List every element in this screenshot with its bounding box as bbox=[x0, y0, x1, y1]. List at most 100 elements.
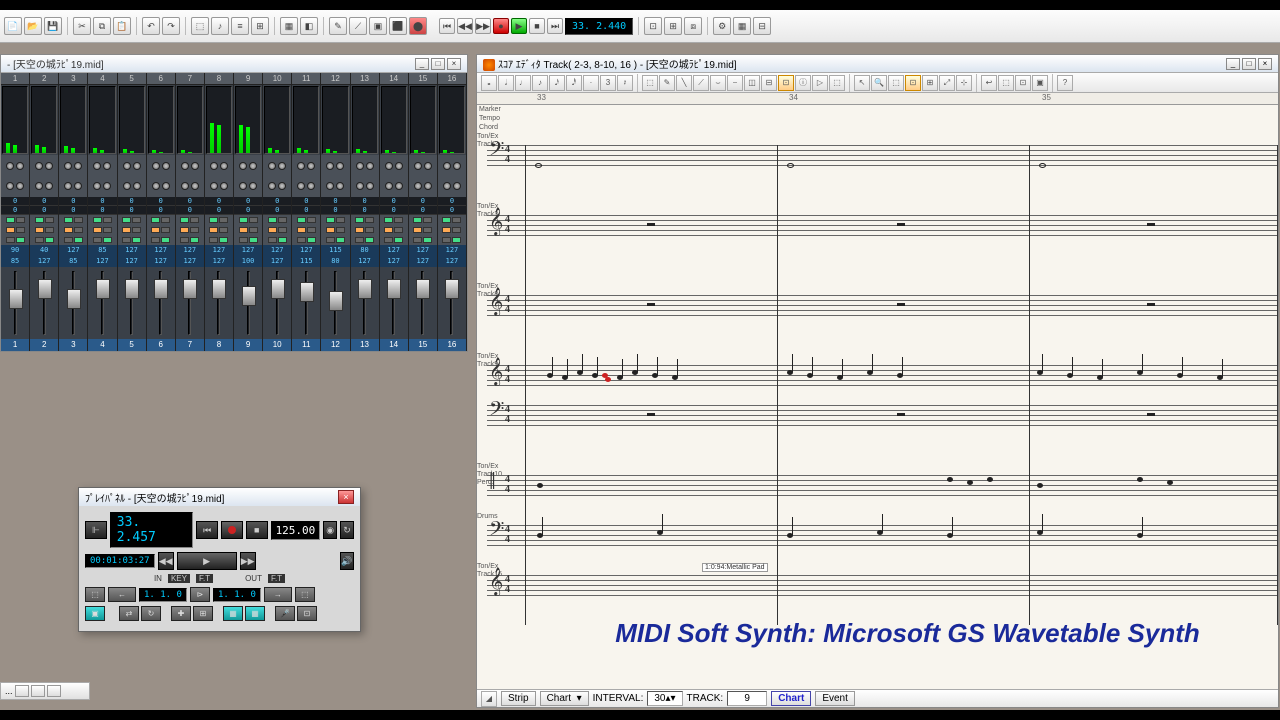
play-panel-titlebar[interactable]: ﾌﾟﾚｲﾊﾟﾈﾙ - [天空の城ﾗﾋﾟ19.mid] × bbox=[79, 488, 360, 506]
channel-fader[interactable] bbox=[30, 267, 58, 339]
track-field[interactable]: 9 bbox=[727, 691, 767, 706]
save-icon[interactable]: 💾 bbox=[44, 17, 62, 35]
channel-buttons[interactable] bbox=[263, 215, 291, 245]
channel-fader[interactable] bbox=[380, 267, 408, 339]
close-icon[interactable]: × bbox=[338, 490, 354, 504]
channel-fader[interactable] bbox=[1, 267, 29, 339]
stop-icon[interactable]: ■ bbox=[246, 521, 268, 539]
panel-button[interactable]: ⬚ bbox=[295, 587, 315, 602]
channel-buttons[interactable] bbox=[409, 215, 437, 245]
record-icon[interactable] bbox=[221, 521, 243, 539]
tool-icon[interactable]: ⊡ bbox=[1015, 75, 1031, 91]
undo-icon[interactable]: ↶ bbox=[142, 17, 160, 35]
channel-fader[interactable] bbox=[176, 267, 204, 339]
tool-icon[interactable]: ⊡ bbox=[778, 75, 794, 91]
chart-dropdown[interactable]: Chart ▾ bbox=[540, 691, 589, 706]
pointer-icon[interactable]: ↖ bbox=[854, 75, 870, 91]
play-icon[interactable]: ▶ bbox=[177, 552, 237, 570]
channel-knobs[interactable] bbox=[205, 155, 233, 197]
forward-end-icon[interactable]: ⏭ bbox=[547, 18, 563, 34]
event-tab[interactable]: Event bbox=[815, 691, 855, 706]
tool-icon[interactable]: ⟋ bbox=[693, 75, 709, 91]
tool-icon[interactable]: ⬛ bbox=[389, 17, 407, 35]
help-icon[interactable]: ? bbox=[1057, 75, 1073, 91]
channel-knobs[interactable] bbox=[263, 155, 291, 197]
rewind-start-icon[interactable]: ⏮ bbox=[439, 18, 455, 34]
channel-buttons[interactable] bbox=[118, 215, 146, 245]
marker-icon[interactable]: ⊩ bbox=[85, 521, 107, 539]
channel-buttons[interactable] bbox=[351, 215, 379, 245]
tie-icon[interactable]: ⌣ bbox=[710, 75, 726, 91]
channel-buttons[interactable] bbox=[380, 215, 408, 245]
paste-icon[interactable]: 📋 bbox=[113, 17, 131, 35]
in-position[interactable]: 1. 1. 0 bbox=[139, 588, 187, 602]
channel-knobs[interactable] bbox=[321, 155, 349, 197]
tool-icon[interactable]: ▣ bbox=[1032, 75, 1048, 91]
channel-knobs[interactable] bbox=[88, 155, 116, 197]
new-icon[interactable]: 📄 bbox=[4, 17, 22, 35]
task-icon[interactable] bbox=[15, 685, 29, 697]
open-icon[interactable]: 📂 bbox=[24, 17, 42, 35]
tool-icon[interactable]: ⬚ bbox=[888, 75, 904, 91]
channel-fader[interactable] bbox=[147, 267, 175, 339]
channel-knobs[interactable] bbox=[351, 155, 379, 197]
channel-fader[interactable] bbox=[118, 267, 146, 339]
forward-icon[interactable]: ▶▶ bbox=[475, 18, 491, 34]
mode-button[interactable]: ⊡ bbox=[297, 606, 317, 621]
corner-icon[interactable]: ◢ bbox=[481, 691, 497, 707]
chart-tab[interactable]: Chart bbox=[771, 691, 811, 706]
maximize-icon[interactable]: □ bbox=[431, 58, 445, 70]
tool-icon[interactable]: ⊹ bbox=[956, 75, 972, 91]
channel-fader[interactable] bbox=[351, 267, 379, 339]
channel-buttons[interactable] bbox=[321, 215, 349, 245]
note-icon[interactable]: 𝅘𝅥𝅰 bbox=[566, 75, 582, 91]
close-icon[interactable]: × bbox=[1258, 58, 1272, 70]
rest-icon[interactable]: 𝄽 bbox=[617, 75, 633, 91]
mode-button[interactable]: ⊞ bbox=[193, 606, 213, 621]
play-panel-window[interactable]: ﾌﾟﾚｲﾊﾟﾈﾙ - [天空の城ﾗﾋﾟ19.mid] × ⊩ 33. 2.457… bbox=[78, 487, 361, 632]
settings-icon[interactable]: ⚙ bbox=[713, 17, 731, 35]
minimize-icon[interactable]: _ bbox=[415, 58, 429, 70]
channel-fader[interactable] bbox=[205, 267, 233, 339]
note-icon[interactable]: ♩ bbox=[515, 75, 531, 91]
tool-icon[interactable]: ♪ bbox=[211, 17, 229, 35]
mode-button[interactable]: ▣ bbox=[85, 606, 105, 621]
channel-fader[interactable] bbox=[438, 267, 466, 339]
panel-button[interactable]: ⬚ bbox=[85, 587, 105, 602]
stop-icon[interactable]: ■ bbox=[529, 18, 545, 34]
task-icon[interactable] bbox=[47, 685, 61, 697]
rewind-icon[interactable]: ◀◀ bbox=[158, 552, 174, 570]
channel-buttons[interactable] bbox=[88, 215, 116, 245]
line-icon[interactable]: ╲ bbox=[676, 75, 692, 91]
tool-icon[interactable]: ⊞ bbox=[251, 17, 269, 35]
volume-icon[interactable]: 🔊 bbox=[340, 552, 354, 570]
note-icon[interactable]: 𝅘𝅥𝅯 bbox=[549, 75, 565, 91]
record-icon[interactable]: ● bbox=[493, 18, 509, 34]
note-icon[interactable]: 𝅗𝅥 bbox=[498, 75, 514, 91]
channel-knobs[interactable] bbox=[380, 155, 408, 197]
mode-button[interactable]: ⇄ bbox=[119, 606, 139, 621]
tool-icon[interactable]: ⊟ bbox=[753, 17, 771, 35]
in-set-button[interactable]: ⊳ bbox=[190, 587, 210, 602]
tool-icon[interactable]: ⊞ bbox=[922, 75, 938, 91]
channel-knobs[interactable] bbox=[30, 155, 58, 197]
channel-knobs[interactable] bbox=[176, 155, 204, 197]
out-next-button[interactable]: → bbox=[264, 587, 292, 602]
channel-fader[interactable] bbox=[292, 267, 320, 339]
channel-knobs[interactable] bbox=[118, 155, 146, 197]
tool-icon[interactable]: ⎯ bbox=[727, 75, 743, 91]
select-icon[interactable]: ⬚ bbox=[642, 75, 658, 91]
info-icon[interactable]: ⓘ bbox=[795, 75, 811, 91]
tool-icon[interactable]: ◫ bbox=[744, 75, 760, 91]
channel-knobs[interactable] bbox=[409, 155, 437, 197]
strip-button[interactable]: Strip bbox=[501, 691, 536, 706]
channel-fader[interactable] bbox=[321, 267, 349, 339]
channel-fader[interactable] bbox=[409, 267, 437, 339]
pencil-icon[interactable]: ✎ bbox=[659, 75, 675, 91]
cut-icon[interactable]: ✂ bbox=[73, 17, 91, 35]
channel-buttons[interactable] bbox=[205, 215, 233, 245]
close-icon[interactable]: × bbox=[447, 58, 461, 70]
view-icon[interactable]: ⧈ bbox=[684, 17, 702, 35]
channel-fader[interactable] bbox=[59, 267, 87, 339]
mode-button[interactable]: 🎤 bbox=[275, 606, 295, 621]
